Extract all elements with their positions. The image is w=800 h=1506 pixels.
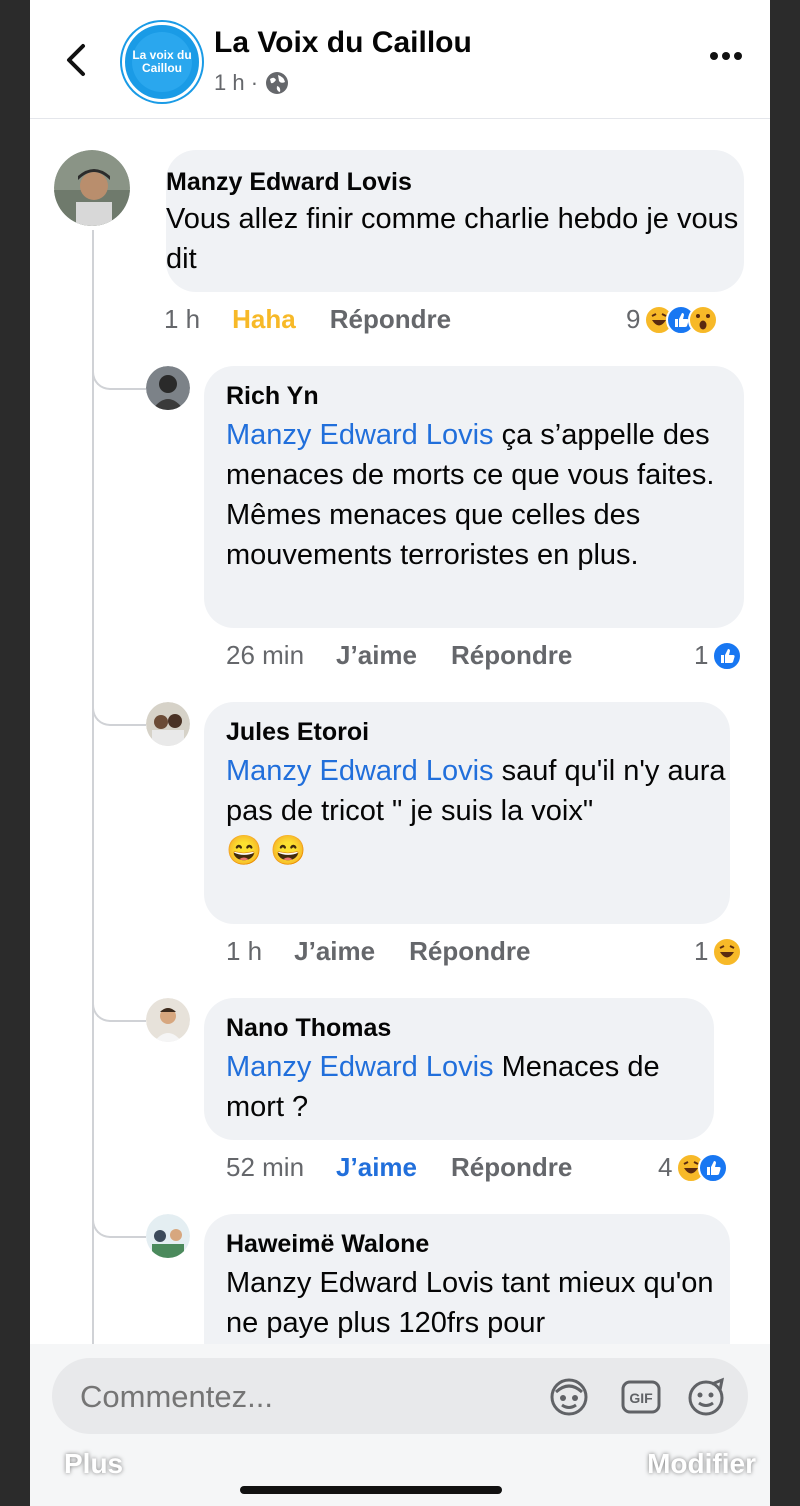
reply-connector xyxy=(92,998,146,1022)
avatar[interactable] xyxy=(146,1214,190,1258)
page-logo-text: La voix du Caillou xyxy=(132,32,192,92)
reaction-count: 1 xyxy=(694,936,709,966)
avatar[interactable] xyxy=(54,150,130,226)
modify-button[interactable]: Modifier xyxy=(647,1448,756,1480)
comment-time: 1 h xyxy=(164,304,201,334)
post-meta: 1 h · xyxy=(214,70,290,96)
comment-composer-bar: GIF Plus Modifier xyxy=(30,1344,770,1506)
reply-connector xyxy=(92,1214,146,1238)
mention-link[interactable]: Manzy Edward Lovis xyxy=(226,419,494,451)
comment-text: Vous allez finir comme charlie hebdo je … xyxy=(166,203,739,275)
comment-bubble[interactable]: Rich Yn Manzy Edward Lovis ça s’appelle … xyxy=(204,366,744,628)
avatar-sticker-icon[interactable] xyxy=(548,1376,590,1418)
comment-actions: 1 h Haha Répondre xyxy=(164,304,485,335)
reaction-count: 9 xyxy=(626,304,641,334)
comment-text: Manzy Edward Lovis tant mieux qu'on ne p… xyxy=(226,1267,714,1339)
back-arrow-icon[interactable] xyxy=(58,40,98,80)
plus-button[interactable]: Plus xyxy=(64,1448,123,1480)
page-title[interactable]: La Voix du Caillou xyxy=(214,26,472,60)
comment-bubble[interactable]: Jules Etoroi Manzy Edward Lovis sauf qu'… xyxy=(204,702,730,924)
comment-author[interactable]: Nano Thomas xyxy=(226,1014,714,1043)
post-comments-screen: La voix du Caillou La Voix du Caillou 1 … xyxy=(30,0,770,1506)
comment-time: 26 min xyxy=(226,640,305,670)
comment-author[interactable]: Rich Yn xyxy=(226,382,744,411)
avatar[interactable] xyxy=(146,998,190,1042)
comment-actions: 26 min J’aime Répondre xyxy=(226,640,606,671)
reaction-summary[interactable]: 9 xyxy=(626,304,719,335)
comment-text: Manzy Edward Lovis sauf qu'il n'y aura p… xyxy=(226,751,730,831)
post-header: La voix du Caillou La Voix du Caillou 1 … xyxy=(30,0,770,119)
mention-link[interactable]: Manzy Edward Lovis xyxy=(226,1051,494,1083)
comment-actions: 52 min J’aime Répondre xyxy=(226,1152,606,1183)
avatar[interactable] xyxy=(146,702,190,746)
sticker-icon[interactable] xyxy=(686,1376,728,1418)
like-button[interactable]: J’aime xyxy=(294,936,375,967)
comment-text: Manzy Edward Lovis Menaces de mort ? xyxy=(226,1047,706,1127)
gif-icon[interactable]: GIF xyxy=(620,1376,662,1418)
comment-composer[interactable]: GIF xyxy=(52,1358,748,1434)
like-button[interactable]: J’aime xyxy=(336,1152,417,1183)
mention-link[interactable]: Manzy Edward Lovis xyxy=(226,755,494,787)
svg-text:GIF: GIF xyxy=(629,1390,653,1406)
reaction-summary[interactable]: 1 xyxy=(694,936,743,967)
more-options-icon[interactable] xyxy=(706,46,746,66)
globe-icon xyxy=(266,72,289,94)
reply-connector xyxy=(92,366,146,390)
reaction-count: 4 xyxy=(658,1152,673,1182)
comment-actions: 1 h J’aime Répondre xyxy=(226,936,564,967)
comment-time: 1 h xyxy=(226,936,263,966)
reply-button[interactable]: Répondre xyxy=(451,640,572,671)
like-icon xyxy=(698,1152,729,1183)
haha-emoji-icon xyxy=(712,936,743,967)
like-button[interactable]: J’aime xyxy=(336,640,417,671)
wow-emoji-icon xyxy=(688,304,719,335)
comment-author[interactable]: Manzy Edward Lovis xyxy=(166,168,744,197)
comment-text: Manzy Edward Lovis ça s’appelle des mena… xyxy=(226,415,744,575)
reply-button[interactable]: Répondre xyxy=(330,304,451,335)
thread-line xyxy=(92,230,94,1344)
comment-time: 52 min xyxy=(226,1152,305,1182)
comment-input[interactable] xyxy=(78,1378,482,1416)
reply-connector xyxy=(92,702,146,726)
comment-bubble[interactable]: Nano Thomas Manzy Edward Lovis Menaces d… xyxy=(204,998,714,1140)
comment-emoji: 😄 😄 xyxy=(226,835,307,867)
comment-bubble[interactable]: Manzy Edward Lovis Vous allez finir comm… xyxy=(166,150,744,292)
avatar[interactable] xyxy=(146,366,190,410)
reply-button[interactable]: Répondre xyxy=(409,936,530,967)
reaction-count: 1 xyxy=(694,640,709,670)
reaction-summary[interactable]: 4 xyxy=(658,1152,729,1183)
page-avatar[interactable]: La voix du Caillou xyxy=(122,22,202,102)
like-icon xyxy=(712,640,743,671)
post-time: 1 h · xyxy=(214,70,259,95)
reply-button[interactable]: Répondre xyxy=(451,1152,572,1183)
home-indicator[interactable] xyxy=(240,1486,502,1494)
comment-author[interactable]: Jules Etoroi xyxy=(226,718,730,747)
reaction-summary[interactable]: 1 xyxy=(694,640,743,671)
haha-reaction-button[interactable]: Haha xyxy=(232,304,296,335)
comment-author[interactable]: Haweimë Walone xyxy=(226,1230,730,1259)
